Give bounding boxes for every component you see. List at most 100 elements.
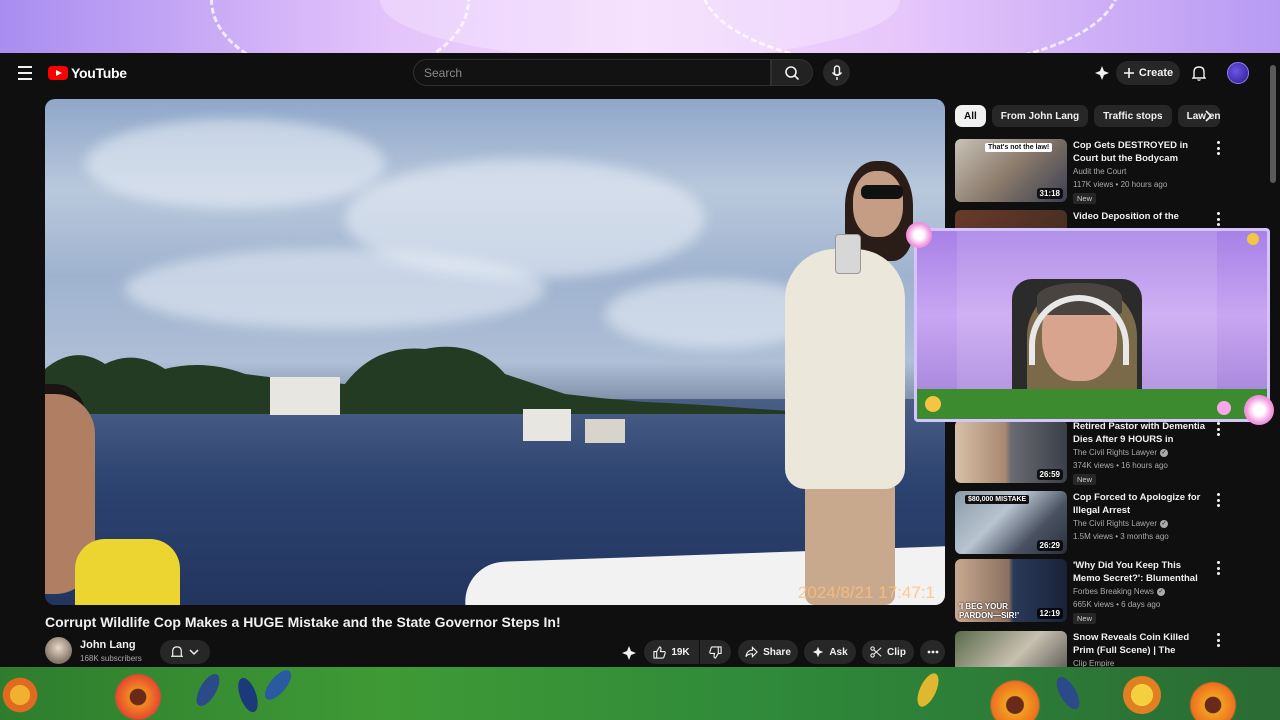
share-button[interactable]: Share	[738, 640, 798, 664]
notifications-button[interactable]	[1189, 63, 1209, 83]
verified-icon: ✓	[1160, 448, 1169, 457]
leaf-decoration	[1052, 673, 1084, 713]
youtube-play-icon	[48, 66, 68, 80]
kebab-icon[interactable]	[1213, 633, 1223, 647]
woman-dress	[785, 249, 905, 489]
filter-chips: All From John Lang Traffic stops Law en	[955, 105, 1220, 127]
chip-traffic-stops[interactable]: Traffic stops	[1094, 105, 1172, 127]
notification-bell-button[interactable]	[160, 640, 210, 664]
video-title: Corrupt Wildlife Cop Makes a HUGE Mistak…	[45, 614, 561, 630]
recommendation-meta: 374K views • 16 hours ago	[1073, 461, 1168, 470]
video-thumbnail[interactable]: $80,000 MISTAKE 26:29	[955, 491, 1067, 554]
new-badge: New	[1073, 613, 1097, 624]
cloud	[125, 249, 545, 329]
youtube-logo[interactable]: YouTube	[48, 65, 127, 81]
chevron-right-icon	[1205, 110, 1212, 122]
house	[270, 377, 340, 415]
clip-button[interactable]: Clip	[862, 640, 914, 664]
channel-avatar[interactable]	[45, 637, 72, 664]
woman-head	[853, 171, 903, 237]
recommendation-title[interactable]: Snow Reveals Coin Killed Prim (Full Scen…	[1073, 631, 1208, 657]
recommendation-title[interactable]: Retired Pastor with Dementia Dies After …	[1073, 420, 1208, 446]
leaf-decoration	[913, 670, 943, 710]
kebab-icon[interactable]	[1213, 212, 1223, 226]
video-thumbnail[interactable]	[955, 631, 1067, 667]
recommendation-title[interactable]: Video Deposition of the	[1073, 210, 1208, 223]
video-thumbnail[interactable]: 26:59	[955, 420, 1067, 483]
leaf-decoration	[234, 675, 262, 715]
dislike-button[interactable]	[700, 640, 731, 664]
kebab-icon[interactable]	[1213, 422, 1223, 436]
recommendation-title[interactable]: Cop Gets DESTROYED in Court but the Body…	[1073, 139, 1208, 165]
ask-button[interactable]: Ask	[804, 640, 856, 664]
flower-icon	[1244, 395, 1274, 425]
flower-decoration	[985, 675, 1045, 720]
channel-name[interactable]: John Lang	[80, 639, 136, 651]
gemini-icon[interactable]	[1092, 63, 1112, 83]
house	[523, 409, 571, 441]
video-thumbnail[interactable]: That's not the law! 31:18	[955, 139, 1067, 202]
bell-icon	[1192, 66, 1206, 81]
subscriber-count: 168K subscribers	[80, 654, 142, 663]
more-actions-button[interactable]	[920, 640, 945, 664]
video-thumbnail[interactable]: 'I BEG YOUR PARDON—SIR!' 12:19	[955, 559, 1067, 622]
webcam-overlay	[914, 228, 1270, 422]
page-scrollbar[interactable]	[1270, 65, 1276, 183]
recommendation-item[interactable]: 26:59 Retired Pastor with Dementia Dies …	[955, 420, 1235, 485]
video-duration: 26:59	[1036, 469, 1063, 480]
screen: YouTube Create	[0, 0, 1280, 720]
verified-icon: ✓	[1160, 519, 1169, 528]
channel-label: The Civil Rights Lawyer	[1073, 448, 1158, 457]
chip-all[interactable]: All	[955, 105, 986, 127]
search-input[interactable]	[414, 60, 770, 85]
sunglasses	[861, 185, 903, 199]
recommendation-channel: The Civil Rights Lawyer ✓	[1073, 519, 1169, 528]
recommendation-item[interactable]: Snow Reveals Coin Killed Prim (Full Scen…	[955, 631, 1235, 667]
kebab-icon[interactable]	[1213, 141, 1223, 155]
share-label: Share	[763, 646, 791, 658]
webcam-flower	[925, 396, 941, 412]
logo-text: YouTube	[71, 65, 127, 81]
bell-icon	[171, 646, 183, 657]
recommendation-item[interactable]: 'I BEG YOUR PARDON—SIR!' 12:19 'Why Did …	[955, 559, 1235, 624]
account-avatar[interactable]	[1227, 62, 1249, 84]
video-player[interactable]: 2024/8/21 17:47:1	[45, 99, 945, 605]
recommendation-meta: 665K views • 6 days ago	[1073, 600, 1161, 609]
like-count: 19K	[671, 646, 690, 658]
webcam-grass	[917, 389, 1267, 419]
recommendation-title[interactable]: 'Why Did You Keep This Memo Secret?': Bl…	[1073, 559, 1208, 585]
recommendation-channel: Audit the Court	[1073, 167, 1126, 176]
plus-icon	[1123, 68, 1134, 78]
create-button[interactable]: Create	[1116, 61, 1180, 85]
overlay-top-band	[0, 0, 1280, 53]
dislike-icon	[709, 645, 722, 659]
chevron-down-icon	[189, 649, 199, 656]
thumbnail-caption: $80,000 MISTAKE	[965, 495, 1030, 504]
verified-icon: ✓	[1156, 587, 1165, 596]
channel-label: Clip Empire	[1073, 659, 1115, 667]
recommendation-meta: 117K views • 20 hours ago	[1073, 180, 1168, 189]
thumbnail-caption: That's not the law!	[985, 143, 1053, 152]
chip-from-channel[interactable]: From John Lang	[991, 105, 1089, 127]
chips-next-button[interactable]	[1198, 105, 1218, 127]
like-button[interactable]: 19K	[644, 640, 699, 664]
recommendation-item[interactable]: That's not the law! 31:18 Cop Gets DESTR…	[955, 139, 1235, 204]
create-label: Create	[1138, 67, 1174, 79]
recommendation-title[interactable]: Cop Forced to Apologize for Illegal Arre…	[1073, 491, 1208, 517]
recommendation-channel: Clip Empire	[1073, 659, 1114, 667]
overlay-bottom-band	[0, 667, 1280, 720]
ask-label: Ask	[829, 646, 848, 658]
phone	[835, 234, 861, 274]
mic-icon	[831, 64, 842, 80]
kebab-icon[interactable]	[1213, 493, 1223, 507]
cloud	[85, 119, 385, 209]
kebab-icon[interactable]	[1213, 561, 1223, 575]
voice-search-button[interactable]	[823, 59, 850, 86]
share-icon	[745, 646, 758, 658]
gemini-icon[interactable]	[619, 643, 639, 663]
channel-label: Audit the Court	[1073, 167, 1127, 176]
search-button[interactable]	[771, 59, 813, 86]
channel-label: The Civil Rights Lawyer	[1073, 519, 1158, 528]
recommendation-item[interactable]: $80,000 MISTAKE 26:29 Cop Forced to Apol…	[955, 491, 1235, 555]
menu-icon[interactable]	[14, 62, 36, 84]
